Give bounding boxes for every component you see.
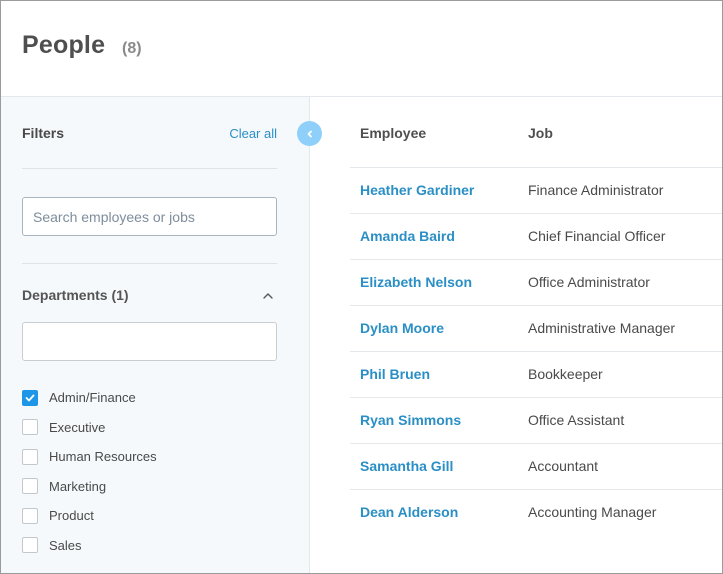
table-row: Ryan Simmons Office Assistant [350,398,722,444]
department-label: Executive [49,419,106,435]
employee-name-link[interactable]: Heather Gardiner [360,182,474,198]
department-label: Marketing [49,478,107,494]
department-option[interactable]: Product [22,501,157,531]
chevron-up-icon[interactable] [261,289,275,303]
divider [22,168,277,169]
chevron-left-icon [307,130,312,137]
employee-name-link[interactable]: Phil Bruen [360,366,430,382]
departments-header[interactable]: Departments (1) [22,287,277,307]
table-row: Samantha Gill Accountant [350,444,722,490]
filters-title: Filters [22,125,65,141]
department-label: Sales [49,537,82,553]
checkbox[interactable] [22,389,38,406]
table-row: Dean Alderson Accounting Manager [350,490,722,536]
department-option[interactable]: Sales [22,531,157,561]
table-row: Dylan Moore Administrative Manager [350,306,722,352]
page-title: People [22,31,106,59]
job-title: Accounting Manager [528,504,657,520]
people-page: People (8) Filters Clear all Departments… [0,0,723,574]
department-option[interactable]: Admin/Finance [22,383,157,413]
search-input[interactable] [22,197,277,236]
employee-name-link[interactable]: Ryan Simmons [360,412,461,428]
department-option[interactable]: Human Resources [22,442,157,472]
collapse-sidebar-button[interactable] [297,121,322,146]
departments-filter-input[interactable] [22,322,277,361]
department-label: Admin/Finance [49,390,136,406]
table-row: Phil Bruen Bookkeeper [350,352,722,398]
filters-sidebar: Filters Clear all Departments (1) Admin/… [1,97,310,573]
table-row: Elizabeth Nelson Office Administrator [350,260,722,306]
employee-name-link[interactable]: Dean Alderson [360,504,458,520]
people-table-area: Employee Job Heather Gardiner Finance Ad… [311,97,722,573]
department-label: Human Resources [49,449,157,465]
job-title: Chief Financial Officer [528,228,666,244]
department-option[interactable]: Executive [22,413,157,443]
table-body: Heather Gardiner Finance Administrator A… [350,168,722,536]
departments-list: Admin/Finance Executive Human Resources … [22,383,157,560]
people-count: (8) [122,40,142,57]
department-option[interactable]: Marketing [22,472,157,502]
checkbox[interactable] [22,537,38,554]
employee-name-link[interactable]: Amanda Baird [360,228,455,244]
checkbox[interactable] [22,419,38,436]
job-title: Accountant [528,458,599,474]
employee-name-link[interactable]: Elizabeth Nelson [360,274,472,290]
divider [22,263,277,264]
people-table: Employee Job Heather Gardiner Finance Ad… [350,97,722,536]
table-row: Heather Gardiner Finance Administrator [350,168,722,214]
table-header: Employee Job [350,97,722,168]
job-title: Office Administrator [528,274,650,290]
column-header-employee[interactable]: Employee [360,125,426,141]
column-header-job[interactable]: Job [528,125,553,141]
check-icon [25,394,35,402]
department-label: Product [49,508,94,524]
job-title: Bookkeeper [528,366,603,382]
checkbox[interactable] [22,507,38,524]
employee-name-link[interactable]: Dylan Moore [360,320,444,336]
table-row: Amanda Baird Chief Financial Officer [350,214,722,260]
checkbox[interactable] [22,448,38,465]
job-title: Finance Administrator [528,182,664,198]
checkbox[interactable] [22,478,38,495]
job-title: Office Assistant [528,412,625,428]
job-title: Administrative Manager [528,320,676,336]
clear-all-link[interactable]: Clear all [229,126,277,141]
employee-name-link[interactable]: Samantha Gill [360,458,453,474]
page-header: People (8) [1,1,722,97]
departments-title: Departments (1) [22,287,129,303]
